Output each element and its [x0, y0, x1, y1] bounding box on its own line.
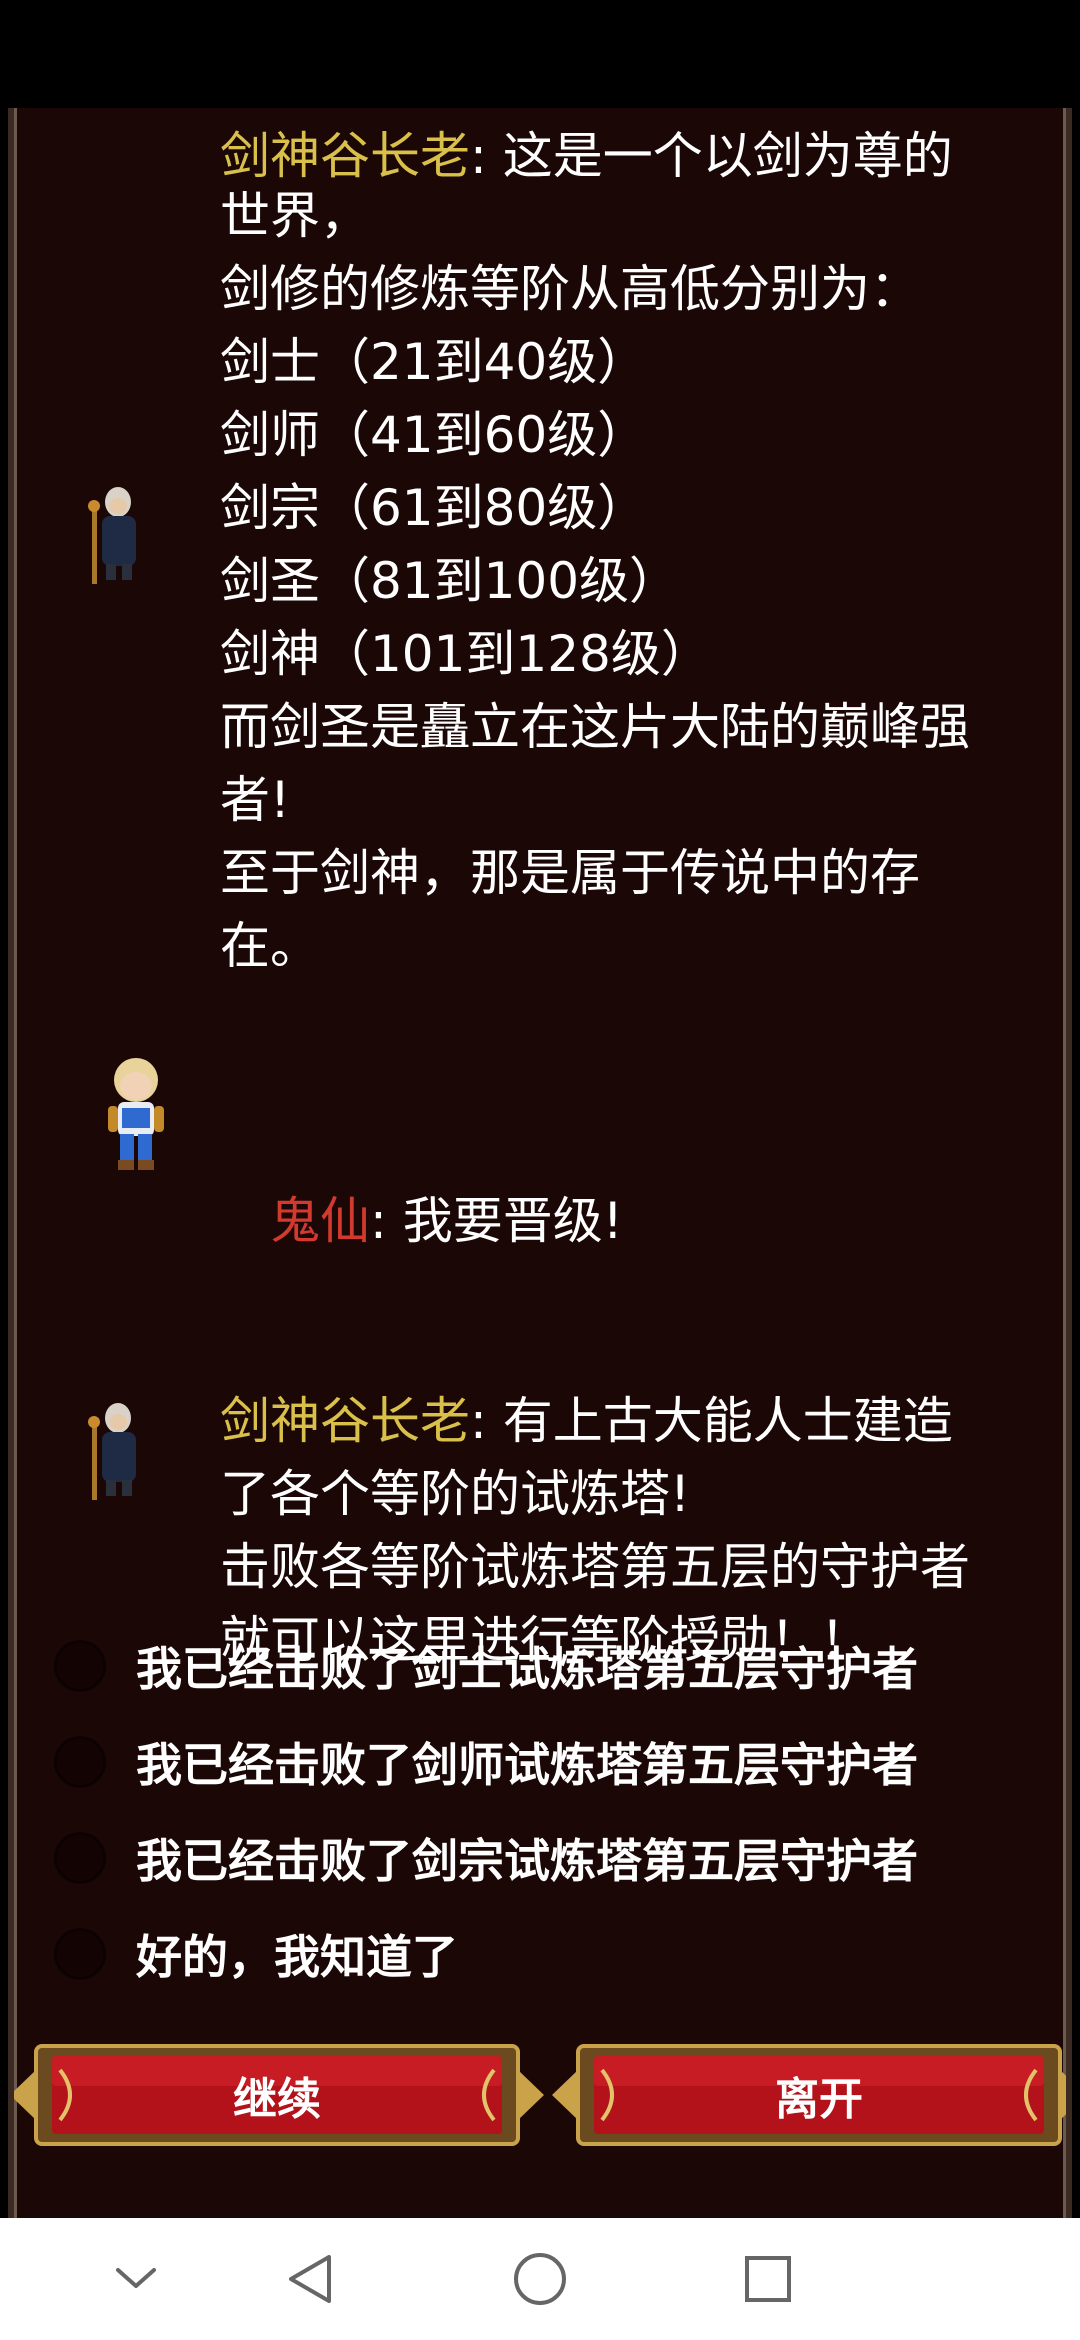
back-triangle-icon: [289, 2255, 331, 2303]
back-button[interactable]: [250, 2218, 370, 2340]
dialog-panel: 剑神谷长老: 这是一个以剑为尊的 世界， 剑修的修炼等阶从高低分别为： 剑士（2…: [8, 108, 1072, 2218]
speaker-name: 剑神谷长老: [220, 1392, 470, 1450]
dialog-line: 鬼仙: 我要晋级!: [270, 1112, 1050, 1258]
dialog-line: 剑神谷长老: 有上古大能人士建造 了各个等阶的试炼塔! 击败各等阶试炼塔第五层的…: [220, 1312, 1060, 1677]
option-row[interactable]: 我已经击败了剑宗试炼塔第五层守护者: [54, 1818, 1054, 1898]
chevron-down-icon: [116, 2268, 156, 2288]
leave-label: 离开: [775, 2074, 863, 2125]
home-circle-icon: [514, 2253, 566, 2305]
radio-button[interactable]: [54, 1928, 106, 1980]
speaker-name: 剑神谷长老: [220, 127, 470, 185]
leave-button[interactable]: 离开: [552, 2040, 1066, 2150]
option-label: 我已经击败了剑士试炼塔第五层守护者: [136, 1642, 918, 1696]
dialog-text: : 这是一个以剑为尊的: [470, 127, 953, 185]
recents-square-icon: [745, 2256, 791, 2302]
recents-button[interactable]: [708, 2218, 828, 2340]
option-label: 我已经击败了剑宗试炼塔第五层守护者: [136, 1834, 918, 1888]
radio-button[interactable]: [54, 1736, 106, 1788]
option-row[interactable]: 我已经击败了剑士试炼塔第五层守护者: [54, 1626, 1054, 1706]
option-row[interactable]: 我已经击败了剑师试炼塔第五层守护者: [54, 1722, 1054, 1802]
continue-button[interactable]: 继续: [14, 2040, 544, 2150]
dialog-text: : 我要晋级!: [370, 1192, 623, 1250]
option-label: 好的，我知道了: [136, 1930, 458, 1984]
radio-button[interactable]: [54, 1832, 106, 1884]
hide-keyboard-button[interactable]: [76, 2218, 196, 2340]
player-avatar: [108, 1058, 164, 1170]
option-row[interactable]: 好的，我知道了: [54, 1914, 1054, 1994]
status-bar: [0, 0, 1080, 108]
option-label: 我已经击败了剑师试炼塔第五层守护者: [136, 1738, 918, 1792]
elder-avatar: [88, 1403, 136, 1500]
speaker-name: 鬼仙: [270, 1192, 370, 1250]
elder-avatar: [88, 487, 136, 584]
home-button[interactable]: [480, 2218, 600, 2340]
continue-label: 继续: [233, 2074, 321, 2125]
dialog-text: 世界， 剑修的修炼等阶从高低分别为： 剑士（21到40级） 剑师（41到60级）…: [220, 187, 970, 975]
navigation-bar: [0, 2218, 1080, 2340]
radio-button[interactable]: [54, 1640, 106, 1692]
